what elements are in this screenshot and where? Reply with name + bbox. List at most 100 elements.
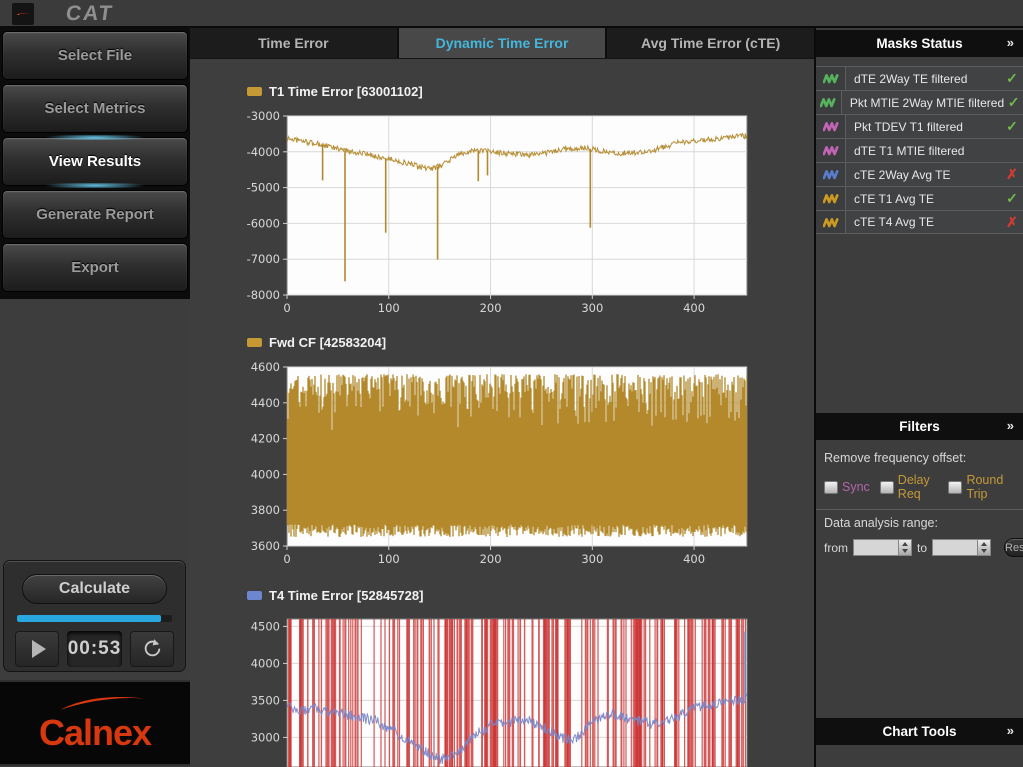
svg-text:100: 100 <box>378 552 400 566</box>
brand-panel: Calnex <box>0 680 190 766</box>
range-to-field <box>932 539 991 556</box>
spin-down-icon <box>981 549 987 553</box>
round-trip-checkbox[interactable] <box>948 481 962 494</box>
mask-status-icon: ✓ <box>1001 70 1023 87</box>
to-label: to <box>917 541 927 555</box>
mask-row[interactable]: Pkt MTIE 2Way MTIE filtered ✓ <box>816 90 1023 114</box>
chart-title-fwdcf: Fwd CF [42583204] <box>247 334 814 350</box>
mask-waveform-icon <box>816 187 846 210</box>
mask-status-icon: ✗ <box>1001 214 1023 231</box>
svg-text:4400: 4400 <box>251 396 280 410</box>
masks-status-header: Masks Status » <box>816 30 1023 57</box>
tab-dynamic-time-error[interactable]: Dynamic Time Error <box>399 28 608 58</box>
calculate-button[interactable]: Calculate <box>22 574 167 604</box>
spin-down-icon <box>902 549 908 553</box>
chart-tools-collapse-icon[interactable]: » <box>1007 724 1014 738</box>
chart-tools-header: Chart Tools » <box>816 718 1023 745</box>
filters-divider <box>816 509 1023 510</box>
from-label: from <box>824 541 848 555</box>
sync-checkbox[interactable] <box>824 481 838 494</box>
svg-text:-4000: -4000 <box>247 145 280 159</box>
range-from-field <box>853 539 912 556</box>
svg-text:-5000: -5000 <box>247 181 280 195</box>
range-from-input[interactable] <box>854 540 898 555</box>
delay-req-checkbox[interactable] <box>880 481 894 494</box>
reset-button[interactable]: Reset <box>1004 538 1023 557</box>
select-metrics-button[interactable]: Select Metrics <box>2 84 188 133</box>
svg-text:-3000: -3000 <box>247 109 280 123</box>
freq-offset-label: Remove frequency offset: <box>824 451 1015 465</box>
series-swatch-t4 <box>247 591 262 600</box>
tab-bar: Time Error Dynamic Time Error Avg Time E… <box>190 28 814 59</box>
masks-status-collapse-icon[interactable]: » <box>1007 36 1014 50</box>
mask-waveform-icon <box>816 91 842 114</box>
app-icon <box>12 3 34 25</box>
generate-report-button[interactable]: Generate Report <box>2 190 188 239</box>
svg-text:300: 300 <box>581 552 603 566</box>
spin-up-icon <box>902 542 908 546</box>
tab-time-error[interactable]: Time Error <box>190 28 399 58</box>
svg-text:400: 400 <box>683 301 705 315</box>
mask-status-icon: ✓ <box>1001 190 1023 207</box>
svg-text:0: 0 <box>283 552 290 566</box>
series-swatch-t1 <box>247 87 262 96</box>
spin-up-icon <box>981 542 987 546</box>
chart-title-t1: T1 Time Error [63001102] <box>247 83 814 99</box>
mask-status-icon: ✓ <box>1001 118 1023 135</box>
right-panel: Masks Status » dTE 2Way TE filtered ✓ Pk… <box>816 28 1023 766</box>
svg-text:200: 200 <box>480 301 502 315</box>
play-icon <box>32 640 46 658</box>
view-results-button[interactable]: View Results <box>2 137 188 186</box>
svg-text:300: 300 <box>581 301 603 315</box>
chart-t4-time-error[interactable]: 4500 4000 3500 3000 <box>190 609 816 767</box>
nav-button-stack: Select File Select Metrics View Results … <box>0 28 190 299</box>
svg-text:3000: 3000 <box>251 730 280 744</box>
mask-row[interactable]: dTE 2Way TE filtered ✓ <box>816 66 1023 90</box>
svg-text:4500: 4500 <box>251 619 280 633</box>
masks-status-list: dTE 2Way TE filtered ✓ Pkt MTIE 2Way MTI… <box>816 66 1023 234</box>
chart-t1-time-error[interactable]: -3000-4000-5000-6000-7000-80000100200300… <box>190 104 816 316</box>
sync-label: Sync <box>842 480 870 494</box>
svg-text:100: 100 <box>378 301 400 315</box>
svg-text:3500: 3500 <box>251 693 280 707</box>
svg-text:4200: 4200 <box>251 432 280 446</box>
mask-row[interactable]: cTE T1 Avg TE ✓ <box>816 186 1023 210</box>
mask-row[interactable]: cTE 2Way Avg TE ✗ <box>816 162 1023 186</box>
range-to-spinner[interactable] <box>977 540 990 555</box>
mask-status-icon: ✗ <box>1001 166 1023 183</box>
repeat-icon <box>140 637 164 661</box>
mask-row[interactable]: Pkt TDEV T1 filtered ✓ <box>816 114 1023 138</box>
play-button[interactable] <box>15 631 59 667</box>
calculate-panel: Calculate 00:53 <box>3 560 186 672</box>
series-swatch-fwdcf <box>247 338 262 347</box>
chart-title-t4: T4 Time Error [52845728] <box>247 587 814 603</box>
mask-row[interactable]: cTE T4 Avg TE ✗ <box>816 210 1023 234</box>
svg-text:-6000: -6000 <box>247 216 280 230</box>
main-content: Time Error Dynamic Time Error Avg Time E… <box>190 28 816 767</box>
mask-waveform-icon <box>816 115 846 138</box>
range-from-spinner[interactable] <box>898 540 911 555</box>
repeat-button[interactable] <box>130 631 174 667</box>
svg-text:4000: 4000 <box>251 656 280 670</box>
svg-text:0: 0 <box>283 301 290 315</box>
mask-waveform-icon <box>816 139 846 162</box>
svg-text:200: 200 <box>480 552 502 566</box>
top-bar: CAT <box>0 0 1023 28</box>
svg-text:-8000: -8000 <box>247 288 280 302</box>
mask-waveform-icon <box>816 163 846 186</box>
mask-row[interactable]: dTE T1 MTIE filtered <box>816 138 1023 162</box>
select-file-button[interactable]: Select File <box>2 31 188 80</box>
tab-avg-time-error[interactable]: Avg Time Error (cTE) <box>607 28 814 58</box>
chart-fwd-cf[interactable]: 4600440042004000380036000100200300400 <box>190 355 816 567</box>
round-trip-label: Round Trip <box>966 473 1009 501</box>
range-to-input[interactable] <box>933 540 977 555</box>
filters-collapse-icon[interactable]: » <box>1007 419 1014 433</box>
delay-req-label: Delay Req <box>898 473 939 501</box>
left-sidebar: Select File Select Metrics View Results … <box>0 28 190 766</box>
svg-text:3800: 3800 <box>251 503 280 517</box>
filters-body: Remove frequency offset: Sync Delay Req … <box>816 445 1023 557</box>
mask-status-icon: ✓ <box>1004 94 1023 111</box>
svg-text:3600: 3600 <box>251 539 280 553</box>
export-button[interactable]: Export <box>2 243 188 292</box>
progress-bar <box>17 615 172 622</box>
